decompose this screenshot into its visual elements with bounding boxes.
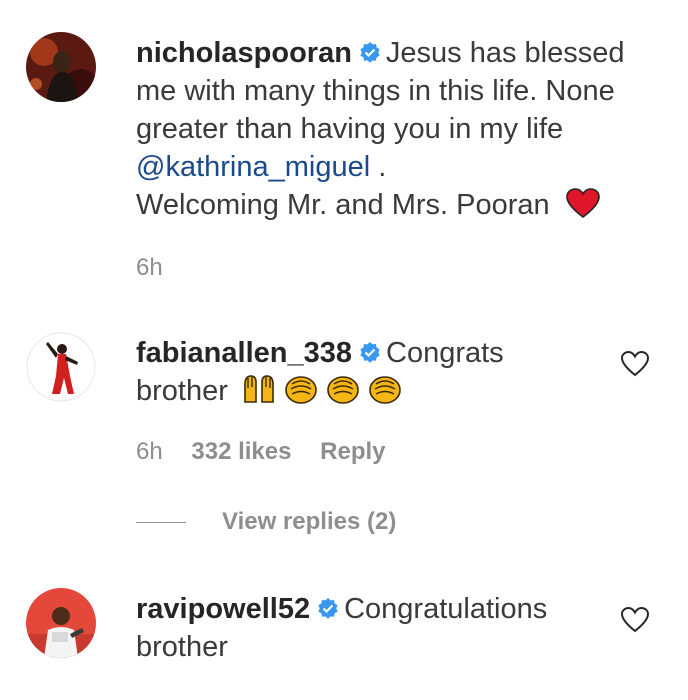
avatar-fabianallen[interactable] <box>26 332 96 402</box>
like-button[interactable] <box>620 350 650 378</box>
red-heart-emoji <box>565 188 600 218</box>
comment-time: 6h <box>136 254 163 281</box>
comment-line: . <box>370 151 387 183</box>
clapping-hands-emoji <box>327 376 359 404</box>
clapping-hands-emoji <box>369 376 401 404</box>
view-replies-button[interactable]: View replies (2) <box>136 508 396 536</box>
comment-line: brother <box>136 631 228 663</box>
comment-line: Congrats <box>386 337 504 369</box>
comment-username[interactable]: nicholaspooran <box>136 37 352 69</box>
heart-outline-icon <box>620 350 650 377</box>
comment-line: Welcoming Mr. and Mrs. Pooran <box>136 189 550 221</box>
comment-username[interactable]: ravipowell52 <box>136 593 310 625</box>
divider-line <box>136 521 186 523</box>
comment-text: ravipowell52 Congratulations brother <box>136 590 547 666</box>
comment-username[interactable]: fabianallen_338 <box>136 337 352 369</box>
verified-badge-icon <box>318 598 338 619</box>
avatar-ravipowell[interactable] <box>26 588 96 658</box>
like-button[interactable] <box>620 606 650 634</box>
avatar-nicholaspooran[interactable] <box>26 32 96 102</box>
heart-outline-icon <box>620 606 650 633</box>
comment-line: me with many things in this life. None <box>136 75 615 107</box>
comment-text: fabianallen_338 Congrats brother <box>136 334 504 410</box>
comment-meta: 6h 332 likes Reply <box>136 438 408 466</box>
comment-time: 6h <box>136 438 163 465</box>
comment-line: greater than having you in my life <box>136 113 564 145</box>
raised-hands-emoji <box>244 375 274 403</box>
comment-text: nicholaspooran Jesus has blessed me with … <box>136 34 625 224</box>
comment-meta: 6h <box>136 254 185 282</box>
comment-line: Congratulations <box>344 593 548 625</box>
view-replies-label: View replies (2) <box>222 508 397 535</box>
likes-count[interactable]: 332 likes <box>191 438 291 465</box>
reply-button[interactable]: Reply <box>320 438 385 465</box>
comment-line: Jesus has blessed <box>385 37 625 69</box>
verified-badge-icon <box>360 342 380 363</box>
mention-link[interactable]: @kathrina_miguel <box>136 151 370 183</box>
clapping-hands-emoji <box>285 376 317 404</box>
verified-badge-icon <box>360 42 380 63</box>
comment-line: brother <box>136 375 228 407</box>
